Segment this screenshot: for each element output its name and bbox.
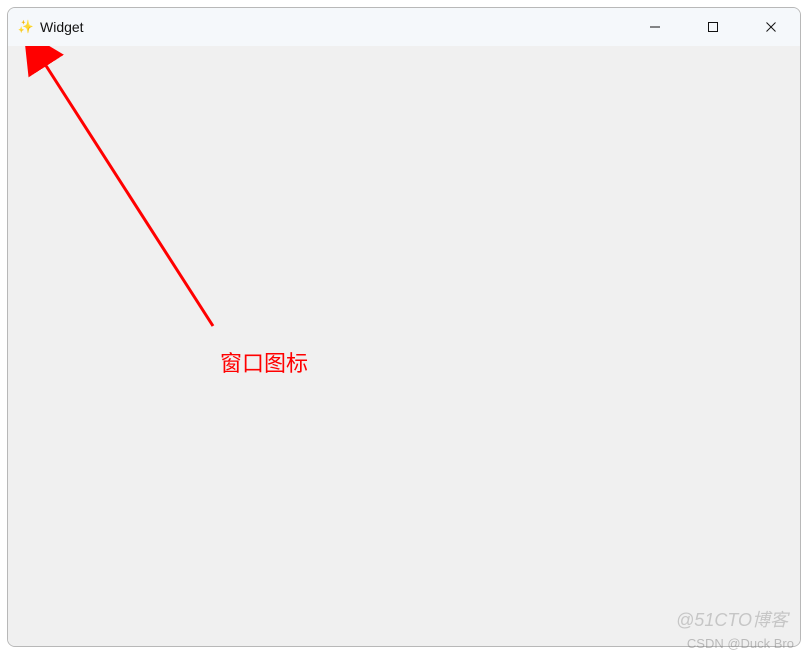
titlebar[interactable]: ✨ Widget [8, 8, 800, 46]
close-button[interactable] [742, 8, 800, 46]
window-title: Widget [40, 19, 626, 35]
minimize-icon [649, 21, 661, 33]
application-window: ✨ Widget [7, 7, 801, 647]
minimize-button[interactable] [626, 8, 684, 46]
close-icon [765, 21, 777, 33]
maximize-icon [707, 21, 719, 33]
window-controls [626, 8, 800, 46]
annotation-label: 窗口图标 [220, 346, 308, 378]
window-icon: ✨ [18, 19, 34, 35]
annotation-arrow-icon [8, 46, 308, 366]
maximize-button[interactable] [684, 8, 742, 46]
client-area: 窗口图标 [8, 46, 800, 646]
